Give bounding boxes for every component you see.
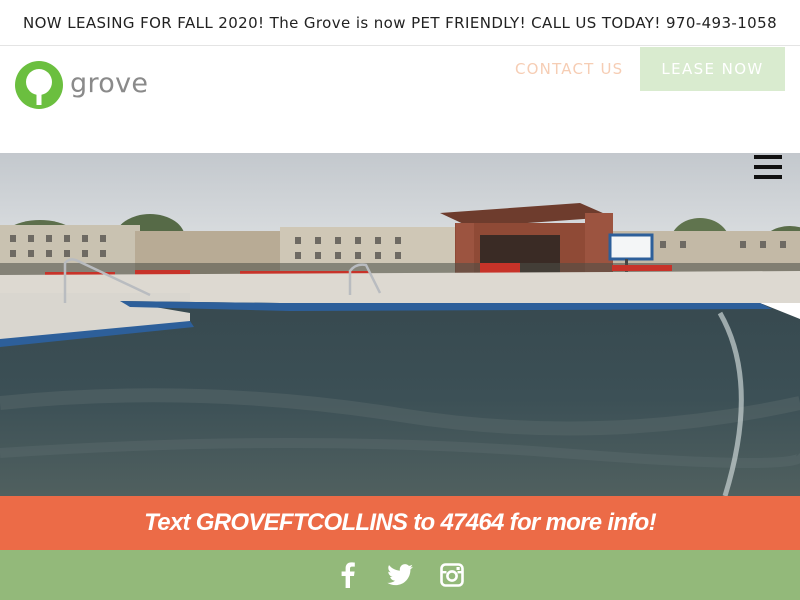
instagram-icon[interactable] bbox=[439, 562, 465, 588]
social-footer bbox=[0, 550, 800, 600]
announcement-text: NOW LEASING FOR FALL 2020! The Grove is … bbox=[22, 13, 778, 32]
hamburger-menu-icon[interactable] bbox=[754, 155, 782, 179]
logo[interactable]: grove bbox=[15, 61, 148, 109]
twitter-icon[interactable] bbox=[387, 562, 413, 588]
contact-us-link[interactable]: CONTACT US bbox=[515, 59, 623, 79]
text-us-message: Text GROVEFTCOLLINS to 47464 for more in… bbox=[144, 509, 656, 536]
lease-now-button[interactable]: LEASE NOW bbox=[640, 47, 785, 91]
text-us-banner: Text GROVEFTCOLLINS to 47464 for more in… bbox=[0, 496, 800, 550]
site-header: grove CONTACT US LEASE NOW bbox=[0, 46, 800, 153]
pool-photo bbox=[0, 153, 800, 496]
announcement-bar: NOW LEASING FOR FALL 2020! The Grove is … bbox=[0, 0, 800, 46]
facebook-icon[interactable] bbox=[335, 562, 361, 588]
logo-wordmark: grove bbox=[70, 67, 149, 99]
hero-banner bbox=[0, 153, 800, 496]
tree-logo-icon bbox=[15, 61, 63, 109]
